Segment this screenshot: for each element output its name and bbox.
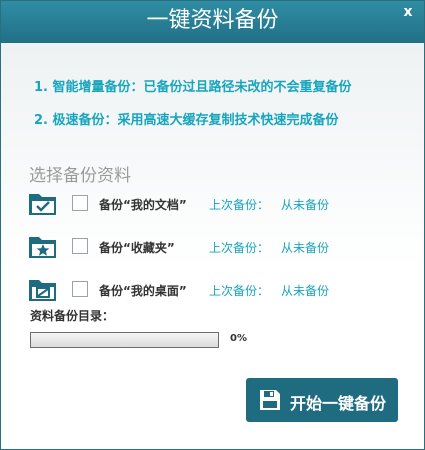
- feature-line-1: 1. 智能增量备份：已备份过且路径未改的不会重复备份: [34, 80, 352, 95]
- favorites-label: 备份“收藏夹”: [99, 241, 175, 255]
- progress-bar: [30, 332, 219, 348]
- documents-last-backup: 上次备份： 从未备份: [209, 196, 329, 213]
- last-backup-value: 从未备份: [281, 241, 330, 255]
- documents-checkbox[interactable]: [72, 195, 88, 211]
- desktop-label: 备份“我的桌面”: [99, 284, 187, 298]
- favorites-checkbox[interactable]: [72, 238, 88, 254]
- folder-star-icon: [29, 237, 56, 258]
- backup-item-favorites: 备份“收藏夹” 上次备份： 从未备份: [28, 234, 408, 262]
- backup-window: 一键资料备份 x 1. 智能增量备份：已备份过且路径未改的不会重复备份 2. 极…: [0, 0, 425, 450]
- start-backup-label: 开始一键备份: [290, 394, 387, 413]
- feature-line-2: 2. 极速备份：采用高速大缓存复制技术快速完成备份: [34, 113, 339, 128]
- main-content: 1. 智能增量备份：已备份过且路径未改的不会重复备份 2. 极速备份：采用高速大…: [1, 43, 424, 449]
- desktop-last-backup: 上次备份： 从未备份: [209, 282, 329, 299]
- documents-label: 备份“我的文档”: [99, 198, 187, 212]
- title-bar: 一键资料备份 x: [1, 1, 424, 43]
- last-backup-label: 上次备份：: [209, 241, 270, 255]
- last-backup-value: 从未备份: [281, 198, 330, 212]
- folder-desktop-icon: [29, 280, 56, 301]
- close-button[interactable]: x: [398, 4, 418, 20]
- window-title: 一键资料备份: [146, 8, 279, 33]
- favorites-last-backup: 上次备份： 从未备份: [209, 239, 329, 256]
- desktop-checkbox[interactable]: [72, 281, 88, 297]
- last-backup-label: 上次备份：: [209, 284, 270, 298]
- backup-item-documents: 备份“我的文档” 上次备份： 从未备份: [28, 191, 408, 219]
- folder-check-icon: [29, 194, 56, 215]
- backup-item-desktop: 备份“我的桌面” 上次备份： 从未备份: [28, 277, 408, 305]
- last-backup-value: 从未备份: [281, 284, 330, 298]
- progress-percent: 0%: [230, 333, 247, 344]
- backup-directory-label: 资料备份目录：: [30, 309, 115, 323]
- last-backup-label: 上次备份：: [209, 198, 270, 212]
- start-backup-button[interactable]: 开始一键备份: [246, 378, 398, 422]
- save-disk-icon: [260, 390, 280, 410]
- section-title: 选择备份资料: [29, 166, 131, 186]
